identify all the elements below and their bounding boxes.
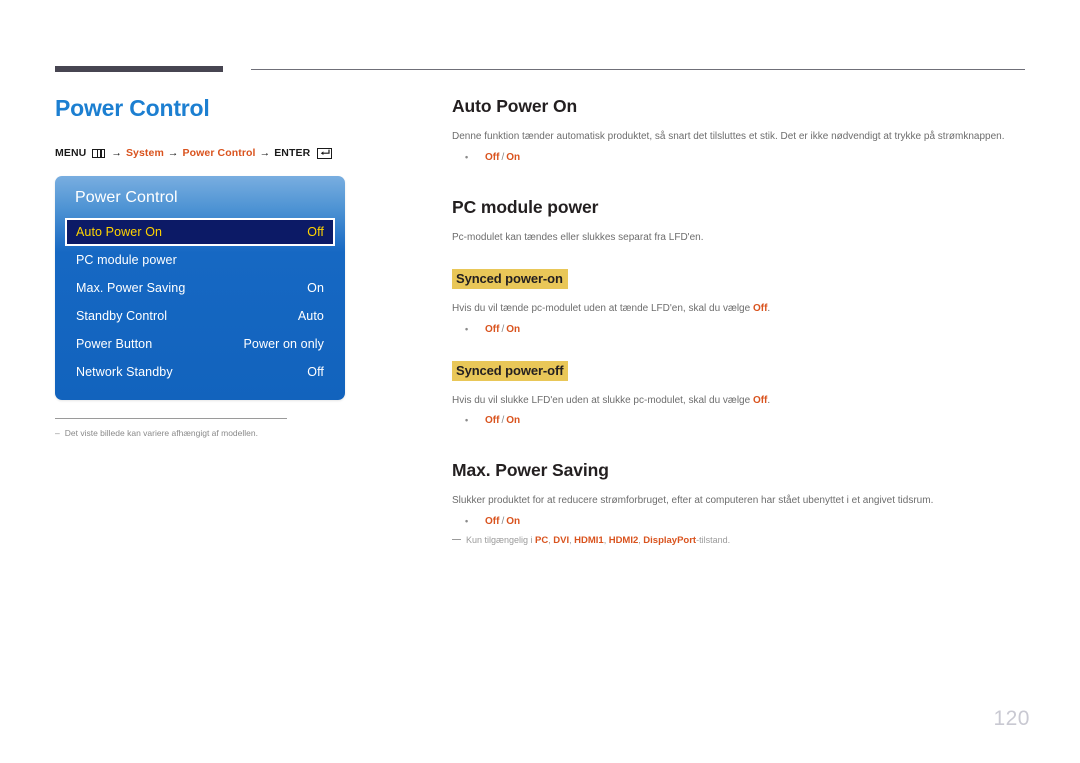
footnote-input-dvi: DVI [553,534,570,546]
note-divider [55,418,287,420]
option-separator: / [501,323,505,335]
note-dash: – [55,428,60,439]
option-on: On [506,515,521,527]
osd-row-label: PC module power [76,253,177,268]
highlight-synced-power-on: Synced power-on [452,269,568,289]
option-off: Off [485,515,500,527]
option-on: On [506,323,521,335]
option-on: On [506,415,521,426]
osd-panel-title: Power Control [75,189,178,207]
footnote-post: -tilstand. [696,534,731,545]
paragraph-post: . [767,394,771,406]
footnote-supported-inputs: Kun tilgængelig i PC, DVI, HDMI1, HDMI2,… [452,534,1028,547]
header-rule-thin [251,69,1025,70]
option-bullet-synced-power-on: • Off / On [452,324,1028,335]
osd-row-label: Network Standby [76,365,173,380]
option-on: On [506,151,521,163]
osd-row-pc-module-power[interactable]: PC module power [65,246,335,274]
option-off: Off [485,151,500,163]
highlight-synced-power-on-wrap: Synced power-on [452,269,1028,289]
osd-row-network-standby[interactable]: Network Standby Off [65,358,335,386]
footnote-pre: Kun tilgængelig i [466,534,536,545]
option-bullet-max-power-saving: • Off / On [452,516,1028,527]
osd-row-value: Auto [297,309,324,324]
paragraph-pre: Hvis du vil slukke LFD'en uden at slukke… [452,394,753,406]
bullet-dot: • [465,415,469,425]
right-column: Auto Power On Denne funktion tænder auto… [452,96,1028,547]
osd-row-label: Max. Power Saving [76,281,186,296]
breadcrumb-menu-label: MENU [55,147,87,160]
section-paragraph-synced-power-off: Hvis du vil slukke LFD'en uden at slukke… [452,394,1028,409]
osd-row-value: Off [307,365,324,380]
footnote-body: Kun tilgængelig i PC, DVI, HDMI1, HDMI2,… [466,534,731,546]
osd-row-standby-control[interactable]: Standby Control Auto [65,302,335,330]
osd-note: – Det viste billede kan variere afhængig… [55,418,287,439]
osd-row-max-power-saving[interactable]: Max. Power Saving On [65,274,335,302]
breadcrumb-item-system: System [125,147,164,160]
highlight-synced-power-off-wrap: Synced power-off [452,360,1028,381]
option-bullet-auto-power-on: • Off / On [452,152,1028,163]
note-row: – Det viste billede kan variere afhængig… [55,428,287,439]
osd-row-label: Standby Control [76,309,168,324]
page-number: 120 [993,707,1030,730]
note-text: Det viste billede kan variere afhængigt … [64,428,258,439]
option-bullet-synced-power-off: • Off / On [452,415,1028,426]
option-separator: / [501,151,505,163]
section-paragraph-pc-module-power: Pc-modulet kan tændes eller slukkes sepa… [452,231,704,243]
page-title: Power Control [55,95,210,121]
footnote-dash-icon [452,538,461,540]
section-paragraph-auto-power-on: Denne funktion tænder automatisk produkt… [452,131,1005,142]
section-heading-auto-power-on: Auto Power On [452,96,578,116]
section-paragraph-max-power-saving: Slukker produktet for at reducere strømf… [452,495,934,506]
option-separator: / [501,415,505,426]
footnote-input-hdmi1: HDMI1 [574,534,604,546]
option-off: Off [485,323,500,335]
bullet-dot: • [465,323,469,334]
paragraph-post: . [767,303,771,314]
option-separator: / [501,515,505,527]
osd-row-label: Power Button [76,337,153,352]
breadcrumb-arrow-3: → [259,147,271,160]
header-rule-thick [55,66,223,72]
section-heading-pc-module-power: PC module power [452,196,599,217]
highlight-synced-power-off: Synced power-off [452,360,569,381]
breadcrumb-arrow-1: → [111,147,122,160]
footnote-input-displayport: DisplayPort [643,534,697,546]
menu-grid-icon [92,148,106,158]
bullet-dot: • [465,515,469,526]
section-paragraph-synced-power-on: Hvis du vil tænde pc-modulet uden at tæn… [452,302,1028,317]
header-rule [55,66,1025,73]
breadcrumb: MENU → System → Power Control → ENTER [55,147,425,159]
paragraph-pre: Hvis du vil tænde pc-modulet uden at tæn… [452,303,753,314]
osd-row-label: Auto Power On [76,225,163,240]
option-off: Off [485,415,500,426]
osd-row-value: Off [307,225,324,240]
paragraph-accent: Off [752,394,768,406]
osd-menu-list: Auto Power On Off PC module power Max. P… [55,218,345,386]
section-heading-max-power-saving: Max. Power Saving [452,460,609,480]
osd-panel: Power Control Auto Power On Off PC modul… [55,176,345,401]
breadcrumb-enter-label: ENTER [274,147,311,160]
bullet-dot: • [465,151,469,162]
footnote-input-pc: PC [535,534,549,546]
paragraph-accent: Off [752,303,768,314]
osd-row-auto-power-on[interactable]: Auto Power On Off [65,218,335,247]
osd-row-power-button[interactable]: Power Button Power on only [65,330,335,358]
left-column: Power Control MENU → System → Power Cont… [55,95,425,440]
osd-row-value: On [307,281,324,296]
osd-row-value: Power on only [243,337,324,352]
breadcrumb-arrow-2: → [167,147,179,160]
footnote-input-hdmi2: HDMI2 [608,534,639,546]
breadcrumb-item-power-control: Power Control [182,147,256,160]
enter-key-icon [317,147,333,159]
